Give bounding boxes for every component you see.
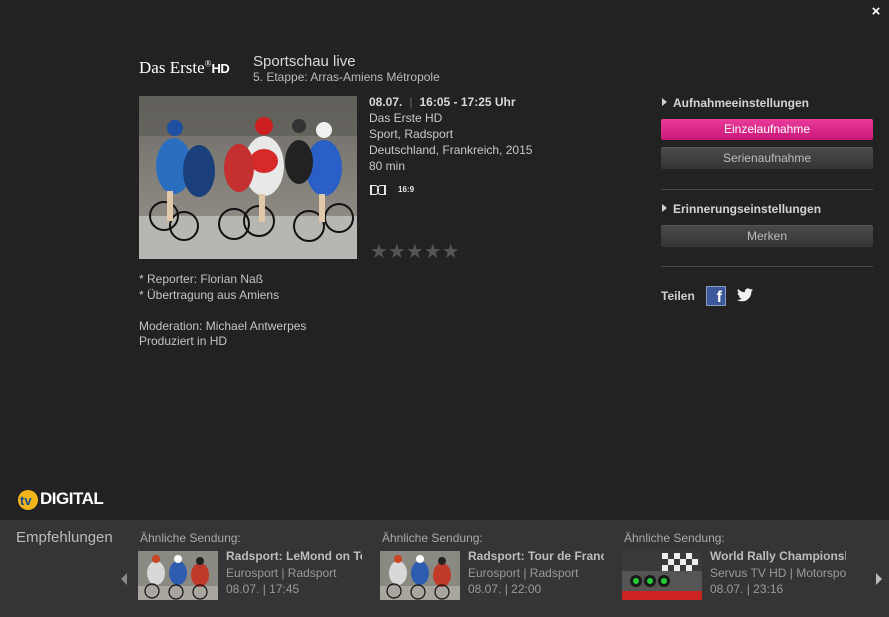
air-date: 08.07. <box>369 95 403 109</box>
show-title: Sportschau live <box>253 53 356 70</box>
channel-logo: Das Erste®HD <box>139 58 230 78</box>
recording-settings-toggle[interactable]: Aufnahmeeinstellungen <box>662 96 809 110</box>
channel-name: Das Erste HD <box>369 111 443 125</box>
single-recording-button[interactable]: Einzelaufnahme <box>661 119 873 140</box>
description-location: * Übertragung aus Amiens <box>139 288 280 302</box>
recommendation-card[interactable]: Ähnliche Sendung: Radsport: LeMond on To… <box>138 529 366 609</box>
air-time: 16:05 - 17:25 Uhr <box>419 95 516 109</box>
cycling-thumbnail-image <box>138 551 218 600</box>
recommendation-thumbnail <box>380 551 460 600</box>
recording-settings-heading: Aufnahmeeinstellungen <box>673 96 810 110</box>
rally-thumbnail-image <box>622 551 702 600</box>
description-reporter: * Reporter: Florian Naß <box>139 272 264 286</box>
country-year: Deutschland, Frankreich, 2015 <box>369 143 533 157</box>
rating-stars[interactable]: ★★★★★ <box>370 239 460 264</box>
share-label: Teilen <box>661 289 695 303</box>
recommendation-thumbnail <box>138 551 218 600</box>
duration: 80 min <box>369 159 406 173</box>
dolby-icon <box>370 184 386 195</box>
recommendation-time: 08.07. | 22:00 <box>468 582 542 596</box>
recommendation-title: World Rally Championship <box>710 549 846 563</box>
show-thumbnail <box>139 96 357 259</box>
recommendation-card[interactable]: Ähnliche Sendung: World Rally Championsh… <box>622 529 850 609</box>
reminder-settings-heading: Erinnerungseinstellungen <box>673 202 822 216</box>
genre: Sport, Radsport <box>369 127 454 141</box>
facebook-icon[interactable]: f <box>706 286 726 306</box>
recommendations-title: Empfehlungen <box>16 529 113 546</box>
aspect-ratio-label: 16:9 <box>398 185 415 195</box>
recommendation-thumbnail <box>622 551 702 600</box>
recommendation-time: 08.07. | 17:45 <box>226 582 300 596</box>
twitter-icon[interactable] <box>737 288 753 302</box>
triangle-right-icon <box>662 98 667 106</box>
recommendation-channel: Eurosport | Radsport <box>468 566 579 580</box>
recommendation-heading: Ähnliche Sendung: <box>382 531 483 545</box>
tv-digital-logo-text: DIGITAL <box>40 489 104 508</box>
recommendation-title: Radsport: LeMond on Tour <box>226 549 362 563</box>
recommendation-card[interactable]: Ähnliche Sendung: Radsport: Tour de Fran… <box>380 529 608 609</box>
remember-button[interactable]: Merken <box>661 225 873 247</box>
arrow-left-icon[interactable] <box>121 573 127 585</box>
tv-digital-logo-tv: tv <box>20 493 32 508</box>
reminder-settings-toggle[interactable]: Erinnerungseinstellungen <box>662 202 821 216</box>
channel-logo-hd: HD <box>211 61 230 76</box>
format-icons: 16:9 <box>370 182 414 196</box>
divider <box>661 266 873 267</box>
date-separator: | <box>409 95 413 109</box>
close-icon[interactable]: × <box>867 3 885 21</box>
recommendation-title: Radsport: Tour de France <box>468 549 604 563</box>
recommendation-channel: Servus TV HD | Motorsport <box>710 566 846 580</box>
cycling-thumbnail-image <box>380 551 460 600</box>
cyclists-image <box>139 96 357 259</box>
arrow-right-icon[interactable] <box>876 573 882 585</box>
series-recording-button[interactable]: Serienaufnahme <box>661 147 873 169</box>
recommendation-channel: Eurosport | Radsport <box>226 566 337 580</box>
triangle-right-icon <box>662 204 667 212</box>
description-moderation: Moderation: Michael Antwerpes <box>139 319 307 333</box>
recommendation-heading: Ähnliche Sendung: <box>140 531 241 545</box>
description-production: Produziert in HD <box>139 334 228 348</box>
recommendation-time: 08.07. | 23:16 <box>710 582 784 596</box>
recommendation-heading: Ähnliche Sendung: <box>624 531 725 545</box>
divider <box>661 189 873 190</box>
tv-digital-logo-mark: tv <box>18 490 38 510</box>
show-subtitle: 5. Etappe: Arras-Amiens Métropole <box>253 70 440 84</box>
air-date-time: 08.07. | 16:05 - 17:25 Uhr <box>369 95 516 109</box>
channel-logo-text: Das Erste <box>139 58 205 77</box>
